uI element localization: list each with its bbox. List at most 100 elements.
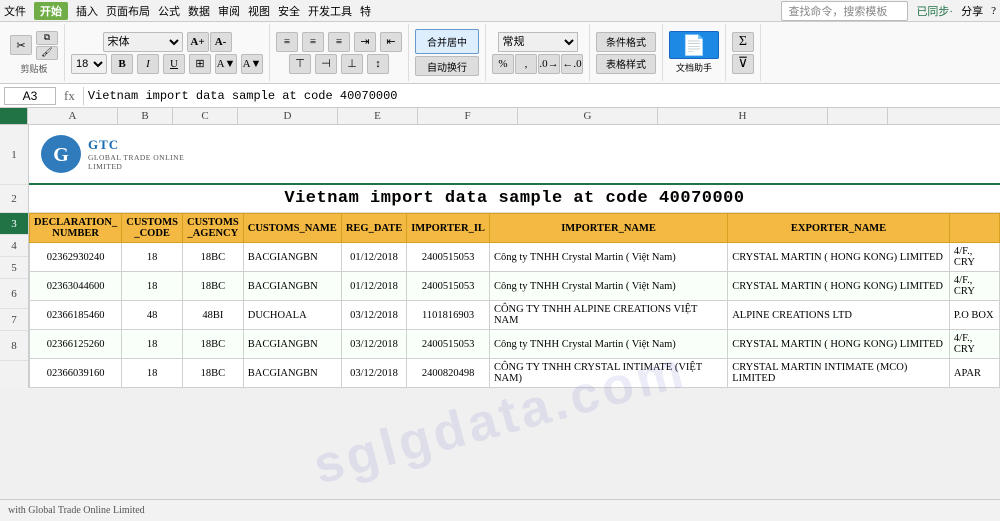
corner-cell — [0, 108, 28, 124]
cell-declaration-number: 02366039160 — [30, 359, 122, 388]
align-right-button[interactable]: ≡ — [328, 32, 350, 52]
col-header-a[interactable]: A — [28, 108, 118, 124]
col-header-d[interactable]: D — [238, 108, 338, 124]
table-row[interactable]: 02366185460 48 48BI DUCHOALA 03/12/2018 … — [30, 301, 1000, 330]
cell-importer-il: 2400515053 — [407, 243, 490, 272]
col-header-b[interactable]: B — [118, 108, 173, 124]
menu-security[interactable]: 安全 — [278, 3, 300, 19]
menu-bar: 文件 开始 插入 页面布局 公式 数据 审阅 视图 安全 开发工具 特 查找命令… — [0, 0, 1000, 22]
help-button[interactable]: ? — [991, 5, 996, 17]
row-header-6: 6 — [0, 279, 28, 309]
align-center-button[interactable]: ≡ — [302, 32, 324, 52]
number-section: 常规 % , .0→ ←.0 — [486, 24, 590, 81]
menu-data[interactable]: 数据 — [188, 3, 210, 19]
cell-importer-il: 1101816903 — [407, 301, 490, 330]
menu-file[interactable]: 文件 — [4, 3, 26, 19]
conditional-format-button[interactable]: 条件格式 — [596, 32, 656, 52]
col-header-e[interactable]: E — [338, 108, 418, 124]
menu-developer[interactable]: 开发工具 — [308, 3, 352, 19]
underline-button[interactable]: U — [163, 54, 185, 74]
column-headers: A B C D E F G H — [0, 108, 1000, 125]
table-row[interactable]: 02366039160 18 18BC BACGIANGBN 03/12/201… — [30, 359, 1000, 388]
th-customs-code: CUSTOMS_CODE — [122, 214, 183, 243]
th-importer-il: IMPORTER_IL — [407, 214, 490, 243]
logo-graphic: G — [39, 133, 84, 175]
clipboard-section: ✂ ⧉ 🖌 剪贴板 — [4, 24, 65, 81]
cell-importer-name: Công ty TNHH Crystal Martin ( Việt Nam) — [489, 272, 727, 301]
clipboard-label: 剪贴板 — [20, 62, 47, 75]
row-header-1: 1 — [0, 125, 28, 185]
col-header-c[interactable]: C — [173, 108, 238, 124]
share-button[interactable]: 分享 — [961, 3, 983, 19]
table-row[interactable]: 02366125260 18 18BC BACGIANGBN 03/12/201… — [30, 330, 1000, 359]
main-title: Vietnam import data sample at code 40070… — [284, 189, 744, 208]
increase-decimal-button[interactable]: .0→ — [538, 54, 560, 74]
sheet-content: G GTC GLOBAL TRADE ONLINE LIMITED Vi — [29, 125, 1000, 388]
menu-page-layout[interactable]: 页面布局 — [106, 3, 150, 19]
merge-center-button[interactable]: 合并居中 — [415, 29, 479, 54]
col-header-f[interactable]: F — [418, 108, 518, 124]
cell-customs-name: BACGIANGBN — [243, 243, 341, 272]
row-header-7: 7 — [0, 309, 28, 331]
cell-customs-agency: 18BC — [182, 272, 243, 301]
menu-special[interactable]: 特 — [360, 3, 371, 19]
cell-extra: 4/F., CRY — [949, 330, 999, 359]
align-top-button[interactable]: ⊤ — [289, 54, 311, 74]
table-style-button[interactable]: 表格样式 — [596, 54, 656, 74]
col-header-h[interactable]: H — [658, 108, 828, 124]
formula-input[interactable] — [88, 89, 996, 103]
fill-color-button[interactable]: A▼ — [215, 54, 237, 74]
menu-start[interactable]: 开始 — [34, 2, 68, 20]
row-header-8: 8 — [0, 331, 28, 361]
cell-reg-date: 01/12/2018 — [341, 243, 406, 272]
comma-button[interactable]: , — [515, 54, 537, 74]
align-left-button[interactable]: ≡ — [276, 32, 298, 52]
menu-insert[interactable]: 插入 — [76, 3, 98, 19]
merge-section: 合并居中 自动换行 — [409, 24, 486, 81]
decrease-decimal-button[interactable]: ←.0 — [561, 54, 583, 74]
cut-button[interactable]: ✂ — [10, 35, 32, 55]
text-direction-button[interactable]: ↕ — [367, 54, 389, 74]
sum-button[interactable]: Σ — [732, 32, 754, 52]
doc-assistant-label: 文档助手 — [676, 61, 712, 74]
number-format-select[interactable]: 常规 — [498, 32, 578, 52]
cell-importer-il: 2400515053 — [407, 330, 490, 359]
col-header-i[interactable] — [828, 108, 888, 124]
filter-button[interactable]: ⊽ — [732, 54, 754, 74]
align-middle-button[interactable]: ⊣ — [315, 54, 337, 74]
cell-customs-agency: 18BC — [182, 359, 243, 388]
increase-font-button[interactable]: A+ — [187, 32, 209, 52]
title-row: Vietnam import data sample at code 40070… — [29, 185, 1000, 213]
search-box[interactable]: 查找命令，搜索模板 — [781, 1, 908, 21]
decrease-font-button[interactable]: A- — [210, 32, 232, 52]
decrease-indent-button[interactable]: ⇤ — [380, 32, 402, 52]
th-declaration-number: DECLARATION_NUMBER — [30, 214, 122, 243]
border-button[interactable]: ⊞ — [189, 54, 211, 74]
format-painter-button[interactable]: 🖌 — [36, 46, 58, 60]
align-bottom-button[interactable]: ⊥ — [341, 54, 363, 74]
doc-assistant-button[interactable]: 📄 — [669, 31, 719, 59]
cell-exporter-name: CRYSTAL MARTIN INTIMATE (MCO) LIMITED — [728, 359, 950, 388]
table-row[interactable]: 02363044600 18 18BC BACGIANGBN 01/12/201… — [30, 272, 1000, 301]
cell-reg-date: 01/12/2018 — [341, 272, 406, 301]
percent-button[interactable]: % — [492, 54, 514, 74]
menu-view[interactable]: 视图 — [248, 3, 270, 19]
menu-formula[interactable]: 公式 — [158, 3, 180, 19]
wrap-text-button[interactable]: 自动换行 — [415, 56, 479, 76]
table-row[interactable]: 02362930240 18 18BC BACGIANGBN 01/12/201… — [30, 243, 1000, 272]
th-customs-agency: CUSTOMS_AGENCY — [182, 214, 243, 243]
th-exporter-name: EXPORTER_NAME — [728, 214, 950, 243]
cell-declaration-number: 02363044600 — [30, 272, 122, 301]
font-size-select[interactable]: 18 — [71, 54, 107, 74]
cell-reg-date: 03/12/2018 — [341, 330, 406, 359]
font-name-select[interactable]: 宋体 — [103, 32, 183, 52]
col-header-g[interactable]: G — [518, 108, 658, 124]
italic-button[interactable]: I — [137, 54, 159, 74]
font-color-button[interactable]: A▼ — [241, 54, 263, 74]
cell-reference-input[interactable] — [4, 87, 56, 105]
menu-review[interactable]: 审阅 — [218, 3, 240, 19]
increase-indent-button[interactable]: ⇥ — [354, 32, 376, 52]
bold-button[interactable]: B — [111, 54, 133, 74]
copy-button[interactable]: ⧉ — [36, 31, 58, 45]
cell-exporter-name: CRYSTAL MARTIN ( HONG KONG) LIMITED — [728, 272, 950, 301]
